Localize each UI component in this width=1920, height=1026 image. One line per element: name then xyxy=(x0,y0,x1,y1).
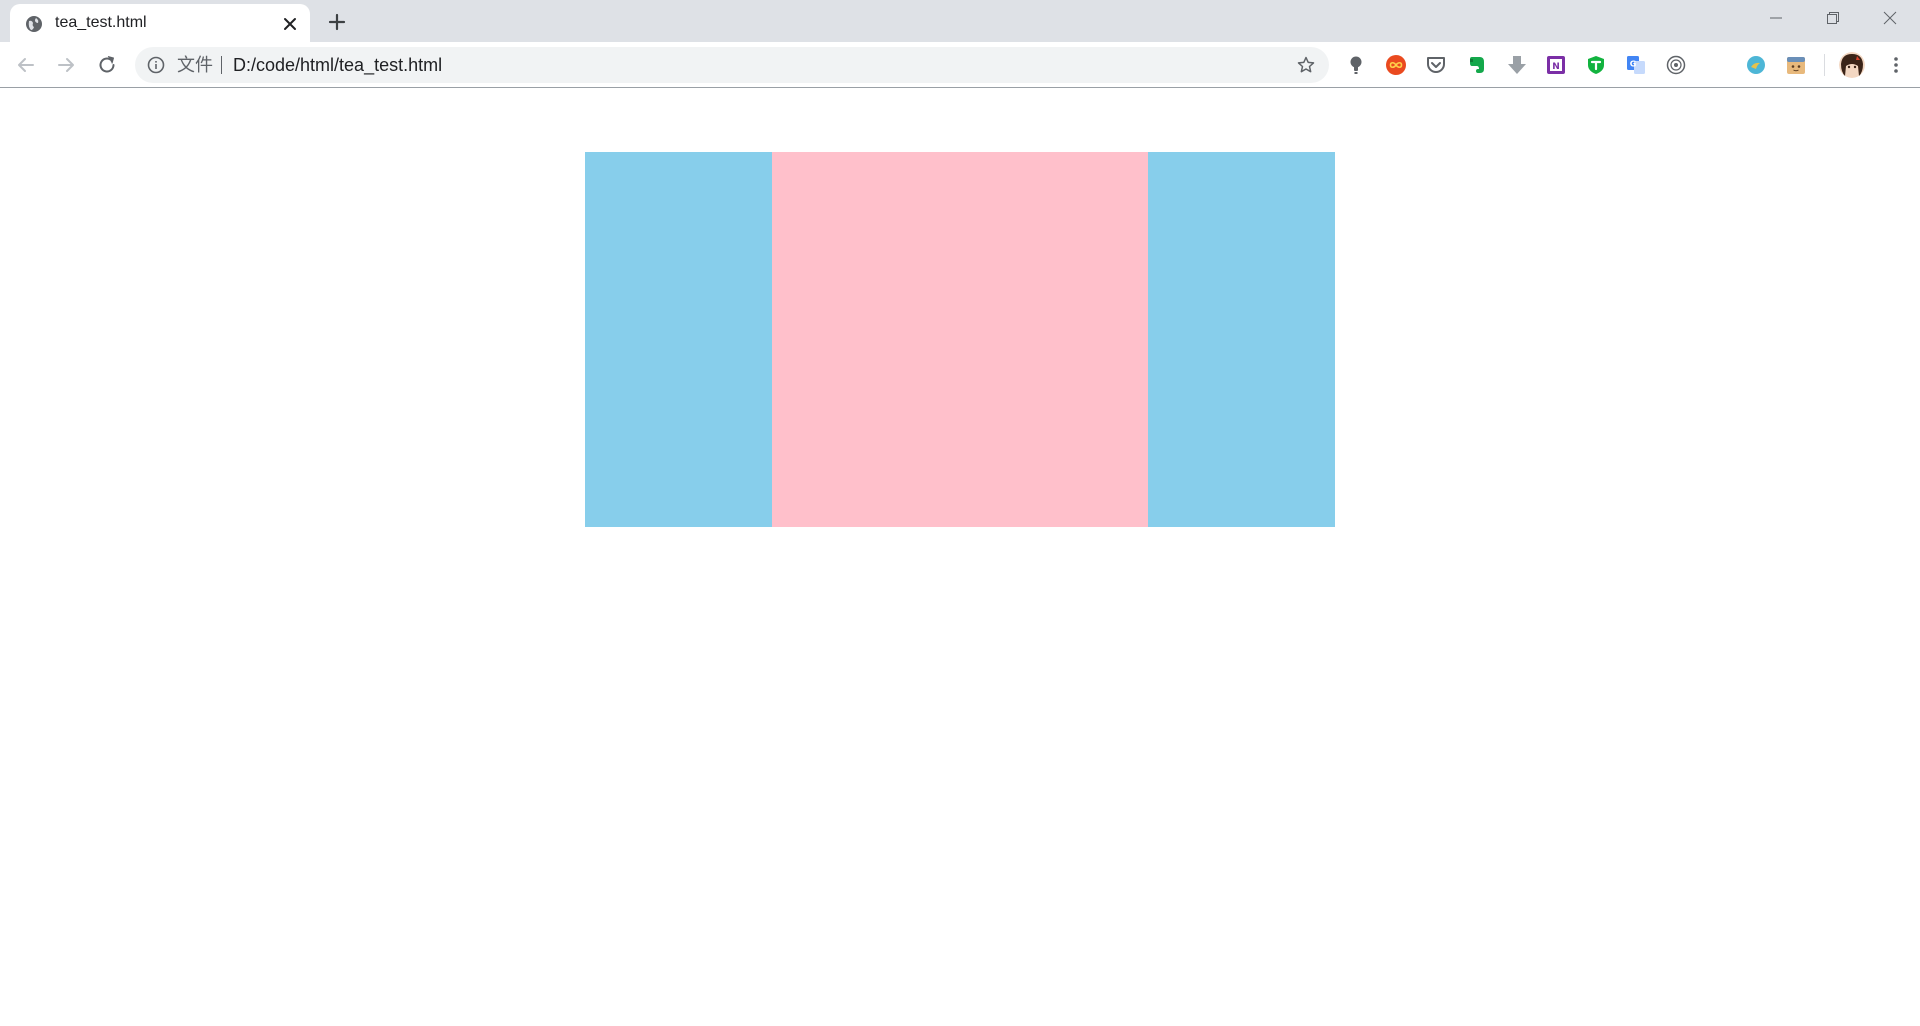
star-icon[interactable] xyxy=(1296,55,1316,75)
shield-icon[interactable] xyxy=(1585,54,1607,76)
pocket-icon[interactable] xyxy=(1425,54,1447,76)
left-column xyxy=(585,152,772,527)
reload-icon[interactable] xyxy=(95,53,119,77)
lightbulb-icon[interactable] xyxy=(1345,54,1367,76)
translate-icon[interactable]: G xyxy=(1625,54,1647,76)
plus-icon[interactable] xyxy=(325,10,349,34)
close-icon[interactable] xyxy=(282,16,298,32)
avatar[interactable] xyxy=(1839,52,1865,78)
page-viewport xyxy=(0,88,1920,1026)
toolbar-divider xyxy=(1824,54,1825,76)
toolbar: 文件 D:/code/html/tea_test.html N G xyxy=(0,42,1920,88)
url-separator xyxy=(221,56,222,74)
tab-title: tea_test.html xyxy=(55,14,147,31)
target-icon[interactable] xyxy=(1665,54,1687,76)
minimize-button[interactable] xyxy=(1748,0,1804,34)
svg-text:N: N xyxy=(1552,62,1560,72)
security-label[interactable]: 文件 xyxy=(177,47,213,83)
close-icon xyxy=(1883,11,1897,25)
infinity-icon[interactable] xyxy=(1385,54,1407,76)
tab-strip: tea_test.html xyxy=(0,0,1920,42)
right-column xyxy=(1148,152,1335,527)
tab-active[interactable]: tea_test.html xyxy=(10,4,310,42)
address-bar[interactable]: 文件 D:/code/html/tea_test.html xyxy=(135,47,1329,83)
info-icon[interactable] xyxy=(147,56,165,74)
maximize-icon xyxy=(1827,12,1839,24)
url-text[interactable]: D:/code/html/tea_test.html xyxy=(233,47,442,83)
evernote-icon[interactable] xyxy=(1466,54,1488,76)
globe-icon xyxy=(26,16,42,32)
onenote-icon[interactable]: N xyxy=(1545,54,1567,76)
face-icon[interactable] xyxy=(1785,54,1807,76)
arrow-left-icon[interactable] xyxy=(14,53,38,77)
browser-window: tea_test.html 文件 D:/code/html/tea_test.h… xyxy=(0,0,1920,1026)
minimize-icon xyxy=(1770,17,1782,19)
three-column-layout xyxy=(585,152,1335,527)
svg-text:G: G xyxy=(1630,60,1637,69)
maximize-button[interactable] xyxy=(1805,0,1861,34)
window-close-button[interactable] xyxy=(1862,0,1918,34)
center-column xyxy=(772,152,1148,527)
globe-bird-icon[interactable] xyxy=(1745,54,1767,76)
more-vert-icon[interactable] xyxy=(1884,53,1908,77)
download-arrow-icon[interactable] xyxy=(1506,54,1528,76)
arrow-right-icon[interactable] xyxy=(54,53,78,77)
